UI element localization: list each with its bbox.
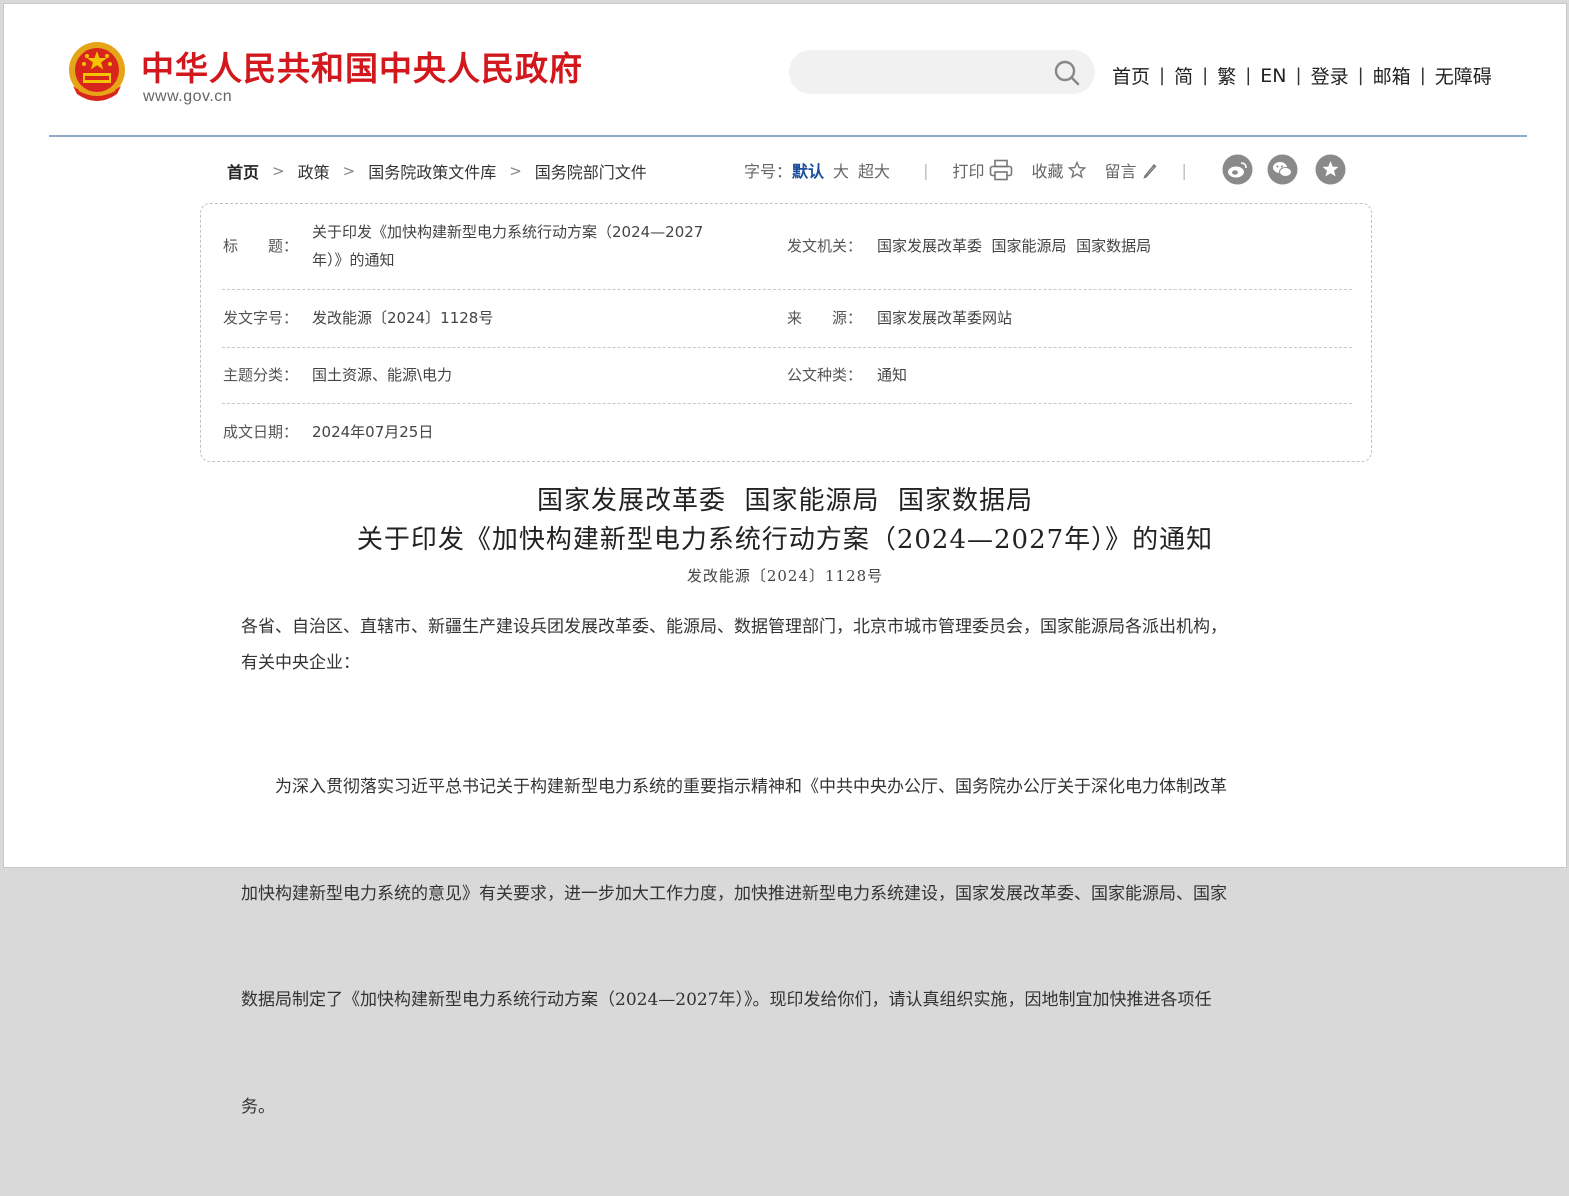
paragraph-line: 数据局制定了《加快构建新型电力系统行动方案（2024—2027年）》。现印发给你… [241,990,1212,1010]
meta-title-label: 标 题： [223,237,299,255]
meta-divider [222,289,1352,290]
meta-divider [222,403,1352,404]
search-input[interactable] [789,50,1095,94]
comment-button[interactable]: 留言 [1104,158,1157,182]
nav-separator: | [1245,65,1252,86]
star-share-icon[interactable] [1315,154,1346,185]
addressee-line: 各省、自治区、直辖市、新疆生产建设兵团发展改革委、能源局、数据管理部门，北京市城… [241,617,1227,637]
breadcrumb-department-docs[interactable]: 国务院部门文件 [535,159,647,183]
top-nav: 首页 | 简 | 繁 | EN | 登录 | 邮箱 | 无障碍 [1112,62,1492,89]
search-icon[interactable] [1052,58,1082,88]
meta-topic-value: 国土资源、能源\电力 [312,366,453,384]
meta-date-value: 2024年07月25日 [312,423,434,441]
font-size-default[interactable]: 默认 [792,158,824,182]
national-emblem-icon[interactable] [65,40,129,106]
meta-topic-label: 主题分类： [223,366,299,384]
font-size-large[interactable]: 大 [833,158,849,182]
page-frame: 中华人民共和国中央人民政府 www.gov.cn 首页 | 简 | 繁 | EN… [3,3,1567,1117]
nav-home-link[interactable]: 首页 [1112,62,1150,89]
paragraph-line: 加快构建新型电力系统的意见》有关要求，进一步加大工作力度，加快推进新型电力系统建… [241,883,1227,904]
paragraph-line: 为深入贯彻落实习近平总书记关于构建新型电力系统的重要指示精神和《中共中央办公厅、… [241,777,1227,797]
meta-type-label: 公文种类： [787,366,863,384]
nav-separator: | [1202,65,1209,86]
meta-title-value-line1: 关于印发《加快构建新型电力系统行动方案（2024—2027 [312,223,704,241]
pencil-icon [1142,163,1156,179]
comment-label: 留言 [1104,162,1137,181]
nav-login-link[interactable]: 登录 [1311,62,1349,89]
font-size-label: 字号： [744,162,793,181]
printer-icon [990,159,1013,181]
nav-english-link[interactable]: EN [1260,65,1286,87]
font-size-xlarge[interactable]: 超大 [858,158,890,182]
nav-separator: | [1295,65,1302,86]
nav-separator: | [1419,65,1426,86]
favorite-label: 收藏 [1031,162,1064,181]
article-addressee: 各省、自治区、直辖市、新疆生产建设兵团发展改革委、能源局、数据管理部门，北京市城… [241,610,1341,681]
article-title-line2: 关于印发《加快构建新型电力系统行动方案（2024—2027年）》的通知 [356,525,1214,555]
site-url: www.gov.cn [143,88,233,105]
nav-simplified-link[interactable]: 简 [1174,62,1193,89]
breadcrumb: 首页 > 政策 > 国务院政策文件库 > 国务院部门文件 [227,159,647,183]
site-name-logo[interactable]: 中华人民共和国中央人民政府 [141,42,583,90]
star-icon [1068,161,1087,179]
nav-accessibility-link[interactable]: 无障碍 [1435,62,1492,89]
meta-issuer-label: 发文机关： [787,237,863,255]
nav-separator: | [1159,65,1166,86]
meta-docno-label: 发文字号： [223,309,299,327]
meta-source-value: 国家发展改革委网站 [877,309,1013,327]
nav-mail-link[interactable]: 邮箱 [1373,62,1411,89]
meta-type-value: 通知 [877,366,908,384]
chevron-right-icon: > [342,162,356,180]
paragraph-line: 务。 [241,1096,275,1117]
addressee-line: 有关中央企业： [241,652,360,673]
meta-docno-value: 发改能源〔2024〕1128号 [312,309,494,327]
wechat-icon[interactable] [1267,154,1298,185]
nav-separator: | [1357,65,1364,86]
nav-traditional-link[interactable]: 繁 [1217,62,1236,89]
breadcrumb-policy-library[interactable]: 国务院政策文件库 [368,159,496,183]
meta-divider [222,347,1352,348]
weibo-icon[interactable] [1222,154,1253,185]
print-button[interactable]: 打印 [952,158,1013,182]
header-divider [49,135,1527,137]
meta-issuer-value: 国家发展改革委 国家能源局 国家数据局 [877,237,1152,255]
toolbar-separator: | [923,160,929,180]
print-label: 打印 [952,162,985,181]
breadcrumb-home[interactable]: 首页 [227,159,259,183]
breadcrumb-policy[interactable]: 政策 [298,159,330,183]
meta-source-label: 来 源： [787,309,863,327]
chevron-right-icon: > [509,162,522,180]
document-meta-box: 标 题： 关于印发《加快构建新型电力系统行动方案（2024—2027 年）》的通… [200,203,1372,462]
article-toolbar: 字号： 默认 大 超大 | 打印 收藏 留言 | [744,158,1211,182]
toolbar-separator: | [1181,160,1187,180]
favorite-button[interactable]: 收藏 [1031,158,1087,182]
meta-date-label: 成文日期： [223,423,299,441]
meta-title-value-line2: 年）》的通知 [312,251,395,269]
article-paragraph: 为深入贯彻落实习近平总书记关于构建新型电力系统的重要指示精神和《中共中央办公厅、… [241,699,1341,1196]
chevron-right-icon: > [272,162,285,180]
article-title-line1: 国家发展改革委 国家能源局 国家数据局 [536,486,1034,516]
article-doc-number: 发改能源〔2024〕1128号 [686,567,884,585]
